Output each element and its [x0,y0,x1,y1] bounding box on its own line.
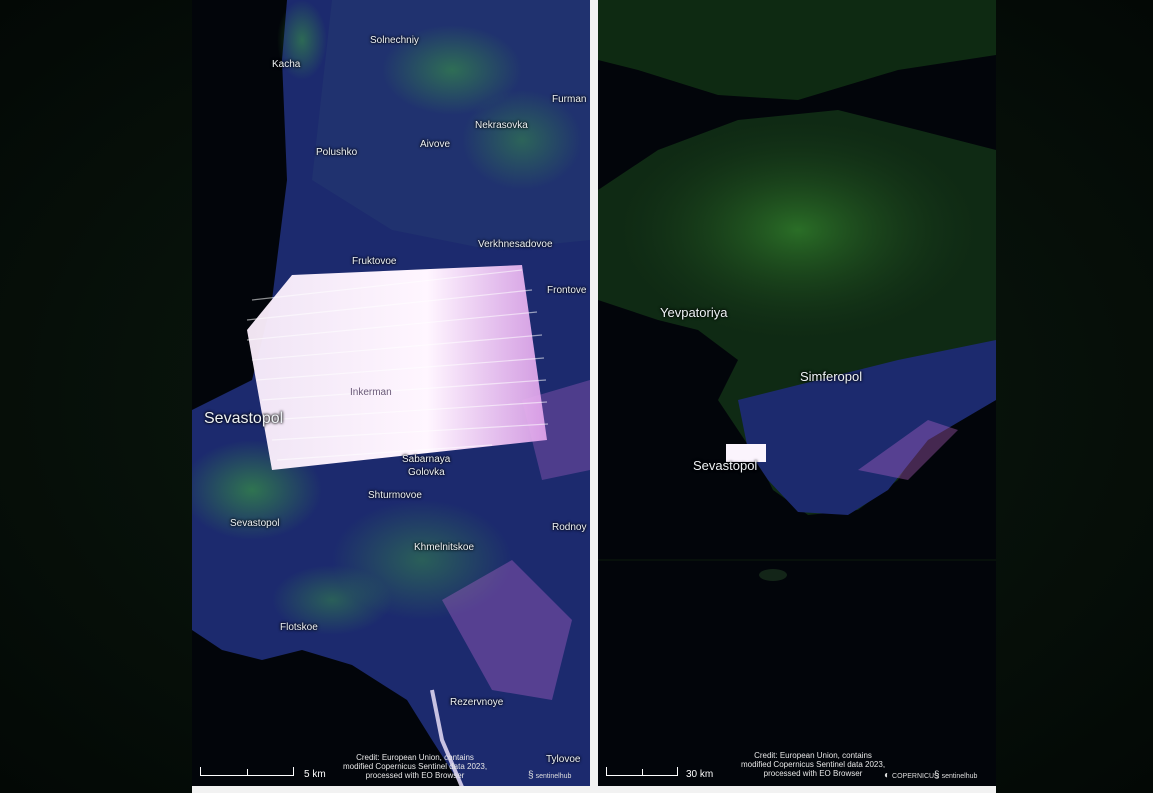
scale-label: 30 km [686,769,714,780]
place-label: Sabarnaya [402,454,451,465]
bottom-border [192,786,996,793]
image-credit: Credit: European Union, contains modifie… [342,753,488,780]
copernicus-icon: ◐ [884,770,891,781]
sentinelhub-logo: § sentinelhub [528,770,572,781]
map-panel-left: Solnechniy Kacha Furman Nekrasovka Polus… [192,0,590,787]
place-label: Tylovoe [546,754,581,765]
place-label: Kacha [272,59,301,70]
place-label: Sevastopol [693,458,758,473]
place-label: Nekrasovka [475,120,528,131]
place-label: Furman [552,94,587,105]
scale-bar [606,767,678,776]
scale-label: 5 km [304,769,326,780]
place-label: Solnechniy [370,35,419,46]
place-label: Aivove [420,139,451,150]
map-panel-right: Yevpatoriya Simferopol Sevastopol 30 km … [598,0,996,787]
place-label: Sevastopol [230,518,280,529]
place-label: Rodnoy [552,522,587,533]
place-label: Yevpatoriya [660,305,728,320]
place-label: Frontove [547,285,587,296]
place-label: Fruktovoe [352,256,397,267]
panel-divider [590,0,598,793]
place-label-major: Sevastopol [204,410,284,427]
sentinelhub-logo: § sentinelhub [934,770,978,781]
place-label: Polushko [316,147,358,158]
image-credit: Credit: European Union, contains modifie… [740,751,886,778]
place-label: Flotskoe [280,622,318,633]
place-label: Verkhnesadovoe [478,239,553,250]
scale-bar [200,767,294,776]
place-label: Shturmovoe [368,490,422,501]
place-label: Rezervnoye [450,697,504,708]
copernicus-logo: ◐ COPERNICUS [884,770,939,781]
place-label: Inkerman [350,387,392,398]
place-label: Golovka [408,467,445,478]
sentinelhub-icon: § [934,770,940,781]
sentinelhub-icon: § [528,770,534,781]
place-label: Khmelnitskoe [414,542,475,553]
place-label: Simferopol [800,369,863,384]
satellite-image-right [598,0,996,787]
